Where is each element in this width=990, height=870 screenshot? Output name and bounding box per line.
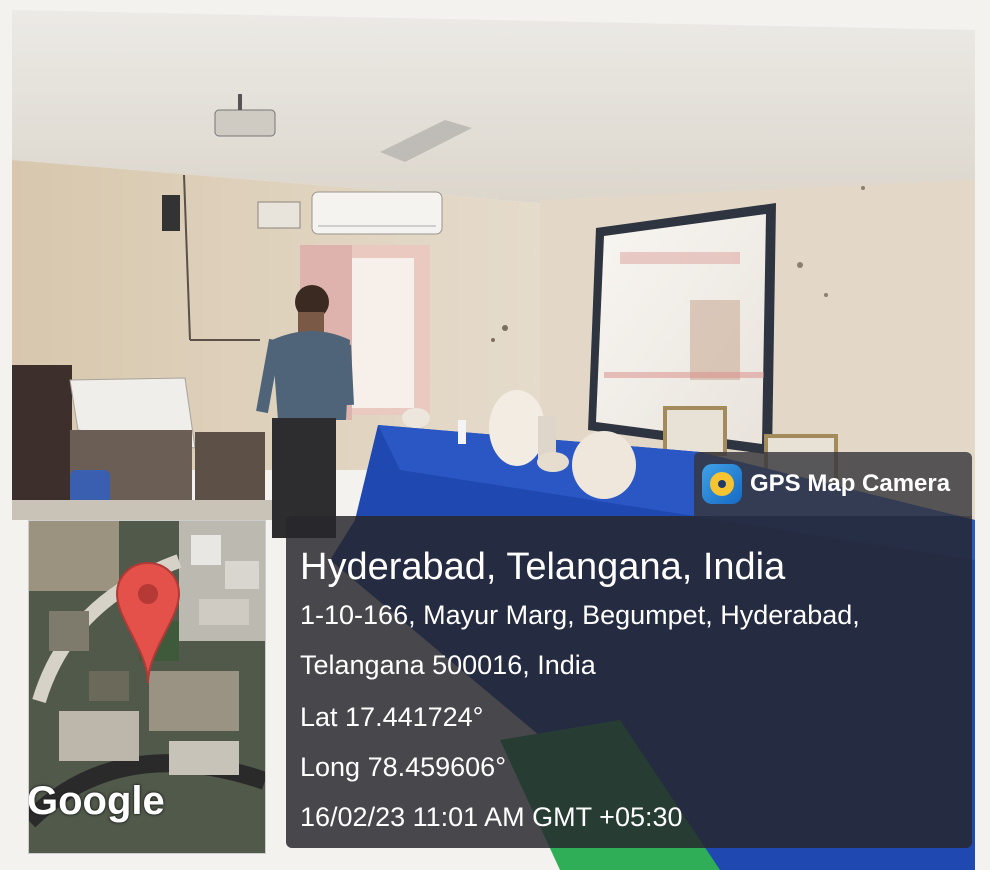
map-pin-icon bbox=[115, 561, 181, 684]
address-line-2: Telangana 500016, India bbox=[300, 650, 596, 680]
photo-stage: GPS Map Camera Hyderabad, Telangana, Ind… bbox=[0, 0, 990, 870]
app-name-label: GPS Map Camera bbox=[750, 470, 951, 497]
address-line-1: 1-10-166, Mayur Marg, Begumpet, Hyderaba… bbox=[300, 600, 860, 630]
place-name: Hyderabad, Telangana, India bbox=[300, 546, 786, 588]
satellite-map-thumbnail: Google bbox=[28, 520, 266, 854]
datetime-text: 16/02/23 11:01 AM GMT +05:30 bbox=[300, 802, 683, 832]
latitude-text: Lat 17.441724° bbox=[300, 702, 484, 732]
location-info-panel: Hyderabad, Telangana, India 1-10-166, Ma… bbox=[286, 516, 972, 848]
gps-map-camera-tag: GPS Map Camera bbox=[694, 452, 972, 516]
gps-map-camera-app-icon bbox=[702, 464, 742, 504]
longitude-text: Long 78.459606° bbox=[300, 752, 506, 782]
google-attribution: Google bbox=[28, 779, 165, 823]
